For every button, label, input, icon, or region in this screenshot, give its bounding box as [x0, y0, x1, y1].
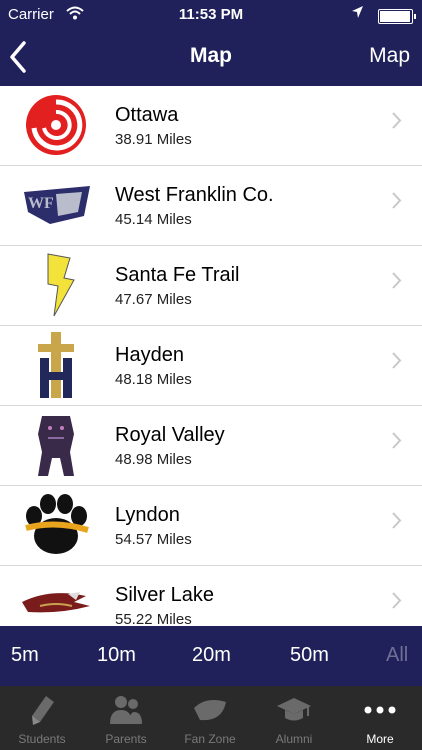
tab-label: Parents	[105, 732, 147, 746]
west-franklin-falcon-logo-icon: WF	[24, 186, 90, 224]
school-row-silver-lake[interactable]: Silver Lake 55.22 Miles	[0, 566, 422, 626]
lyndon-paw-logo-icon	[25, 494, 89, 554]
silver-lake-eagle-logo-icon	[22, 592, 90, 613]
tab-fan-zone[interactable]: Fan Zone	[168, 686, 252, 750]
school-row-west-franklin[interactable]: WF West Franklin Co. 45.14 Miles	[0, 166, 422, 246]
location-arrow-icon	[351, 5, 364, 22]
pencil-icon	[32, 696, 54, 725]
school-name: Silver Lake	[115, 584, 214, 606]
school-name: Santa Fe Trail	[115, 264, 240, 286]
school-name: Ottawa	[115, 104, 179, 126]
school-row-ottawa[interactable]: Ottawa 38.91 Miles	[0, 86, 422, 166]
school-distance: 45.14 Miles	[115, 211, 192, 228]
tab-label: Students	[18, 732, 66, 746]
tab-students[interactable]: Students	[0, 686, 84, 750]
more-dots-icon	[364, 706, 396, 714]
chevron-right-icon	[392, 192, 402, 209]
tab-label: Alumni	[275, 732, 313, 746]
map-button[interactable]: Map	[369, 44, 410, 68]
school-name: Hayden	[115, 344, 184, 366]
school-row-santa-fe-trail[interactable]: Santa Fe Trail 47.67 Miles	[0, 246, 422, 326]
filter-20m[interactable]: 20m	[192, 644, 231, 667]
school-distance: 54.57 Miles	[115, 531, 192, 548]
tab-more[interactable]: More	[338, 686, 422, 750]
ottawa-cyclone-logo-icon	[26, 95, 86, 155]
filter-5m[interactable]: 5m	[11, 644, 39, 667]
tab-bar: Students Parents Fan Zone Alumni More	[0, 686, 422, 750]
chevron-right-icon	[392, 512, 402, 529]
school-name: West Franklin Co.	[115, 184, 274, 206]
hayden-cross-logo-icon	[38, 332, 74, 398]
school-distance: 48.98 Miles	[115, 451, 192, 468]
school-row-royal-valley[interactable]: Royal Valley 48.98 Miles	[0, 406, 422, 486]
chevron-right-icon	[392, 112, 402, 129]
school-name: Lyndon	[115, 504, 180, 526]
tab-label: Fan Zone	[184, 732, 236, 746]
school-distance: 48.18 Miles	[115, 371, 192, 388]
school-row-hayden[interactable]: Hayden 48.18 Miles	[0, 326, 422, 406]
people-icon	[110, 696, 142, 724]
chevron-right-icon	[392, 432, 402, 449]
svg-text:WF: WF	[28, 195, 54, 212]
royal-valley-panther-logo-icon	[38, 416, 74, 476]
chevron-right-icon	[392, 352, 402, 369]
tab-alumni[interactable]: Alumni	[252, 686, 336, 750]
school-row-lyndon[interactable]: Lyndon 54.57 Miles	[0, 486, 422, 566]
graduation-cap-icon	[277, 698, 311, 721]
battery-icon	[378, 9, 416, 24]
santa-fe-lightning-logo-icon	[47, 253, 75, 317]
school-name: Royal Valley	[115, 424, 225, 446]
status-bar: Carrier 11:53 PM	[0, 0, 422, 30]
school-distance: 47.67 Miles	[115, 291, 192, 308]
chevron-right-icon	[392, 592, 402, 609]
filter-all[interactable]: All	[386, 644, 408, 667]
school-distance: 55.22 Miles	[115, 611, 192, 626]
navigation-bar: Map Map	[0, 30, 422, 86]
filter-10m[interactable]: 10m	[97, 644, 136, 667]
school-distance: 38.91 Miles	[115, 131, 192, 148]
tab-parents[interactable]: Parents	[84, 686, 168, 750]
tab-label: More	[366, 732, 394, 746]
chevron-right-icon	[392, 272, 402, 289]
distance-filter-bar: 5m 10m 20m 50m All	[0, 626, 422, 686]
school-list: Ottawa 38.91 Miles WF West Franklin Co. …	[0, 86, 422, 626]
filter-50m[interactable]: 50m	[290, 644, 329, 667]
page-title: Map	[190, 44, 232, 67]
football-icon	[194, 700, 226, 721]
